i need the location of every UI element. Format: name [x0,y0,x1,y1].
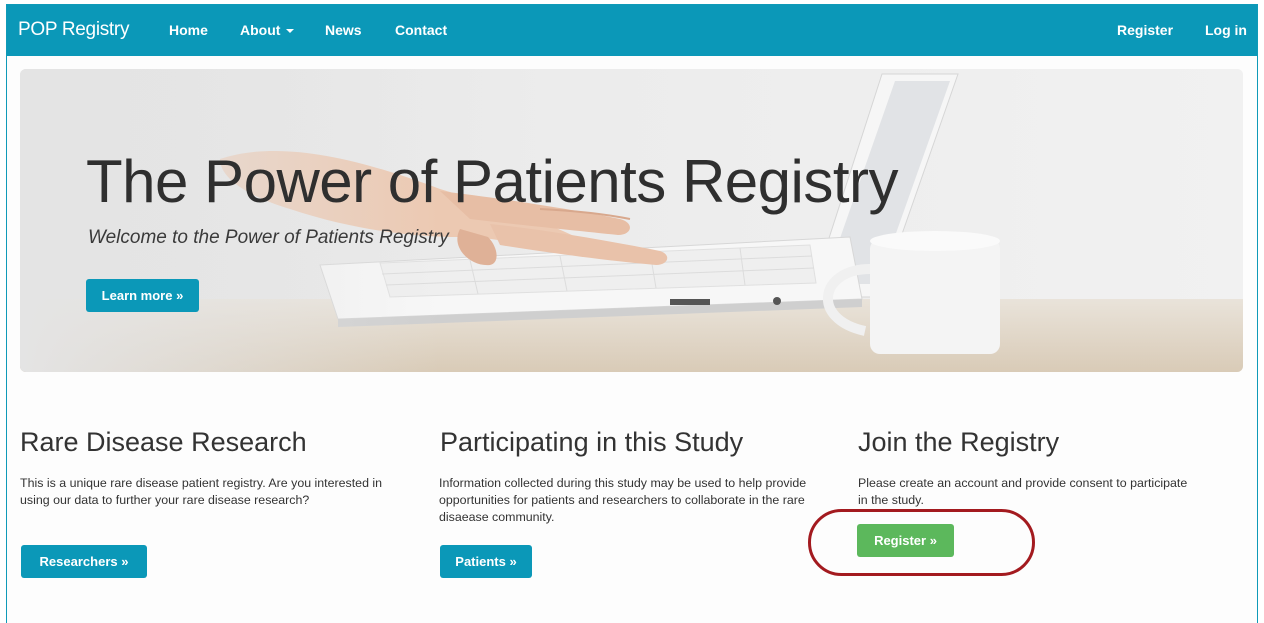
browser-page: POP Registry Home About News Contact Reg… [6,4,1258,623]
nav-contact-link[interactable]: Contact [395,22,447,38]
join-text: Please create an account and provide con… [858,476,1188,507]
nav-about-label: About [240,22,281,38]
laptop-hands-image [20,69,1243,372]
nav-home-link[interactable]: Home [169,22,208,38]
brand-link[interactable]: POP Registry [18,19,129,41]
nav-about-dropdown[interactable]: About [240,22,295,38]
patients-button[interactable]: Patients » [440,545,532,578]
researchers-button[interactable]: Researchers » [21,545,147,578]
top-navbar: POP Registry Home About News Contact Reg… [7,5,1257,56]
hero-title: The Power of Patients Registry [86,148,899,215]
nav-register-link[interactable]: Register [1117,22,1173,38]
research-heading: Rare Disease Research [20,427,307,457]
caret-down-icon [286,29,295,34]
learn-more-button[interactable]: Learn more » [86,279,199,312]
nav-login-link[interactable]: Log in [1205,22,1247,38]
nav-news-link[interactable]: News [325,22,362,38]
study-text: Information collected during this study … [439,476,807,524]
hero-jumbotron: The Power of Patients Registry Welcome t… [20,69,1243,372]
research-text: This is a unique rare disease patient re… [20,476,383,507]
join-heading: Join the Registry [858,427,1060,457]
study-heading: Participating in this Study [440,427,744,457]
hero-subtitle: Welcome to the Power of Patients Registr… [88,227,449,248]
register-button[interactable]: Register » [857,524,954,557]
